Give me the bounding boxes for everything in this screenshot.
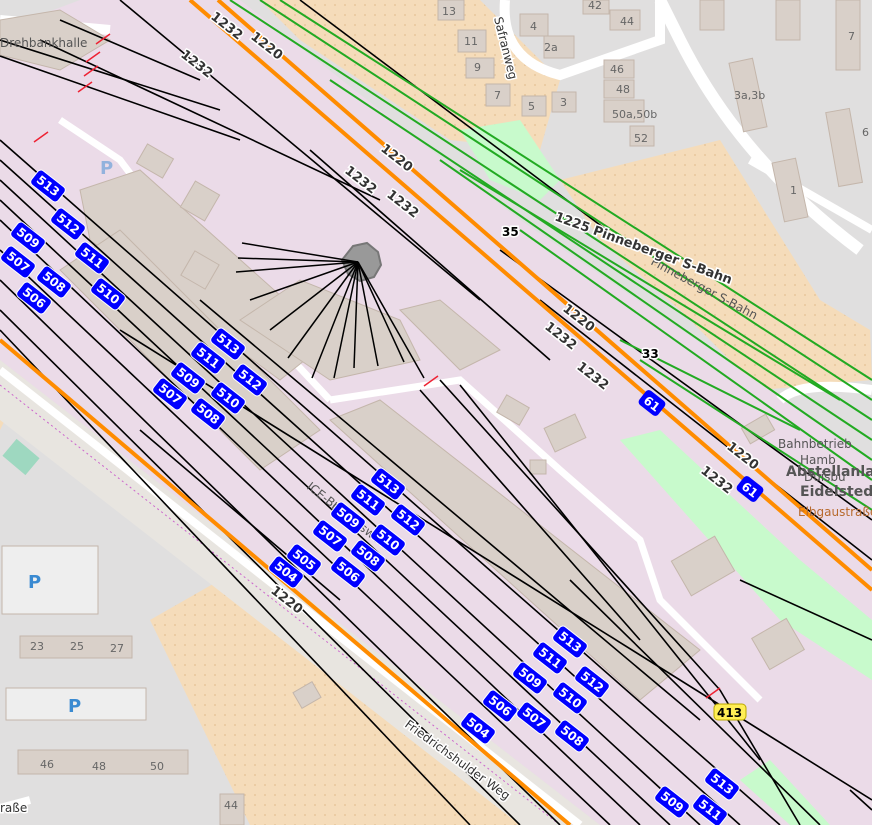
parking-icon: P [100,158,113,179]
area-label-drehbankhalle: Drehbankhalle [0,36,87,50]
svg-text:7: 7 [848,30,855,43]
svg-text:44: 44 [224,799,238,812]
svg-text:50: 50 [150,760,164,773]
svg-text:48: 48 [616,83,630,96]
map-svg: Drehbankhalle ICE-Betriebswerk Ham Bahnb… [0,0,872,825]
svg-text:3a,3b: 3a,3b [734,89,765,102]
svg-text:6: 6 [862,126,869,139]
svg-text:25: 25 [70,640,84,653]
svg-text:50a,50b: 50a,50b [612,108,657,121]
area-label-eidelstedt: Eidelsted [800,484,872,500]
svg-text:48: 48 [92,760,106,773]
svg-text:5: 5 [528,100,535,113]
svg-text:11: 11 [464,35,478,48]
area-label-bahnbetrieb: Bahnbetrieb [778,437,852,451]
svg-text:42: 42 [588,0,602,12]
street-label-fragment: raße [0,801,27,815]
parking-icon: P [28,572,41,593]
svg-text:46: 46 [610,63,624,76]
km-marker: 33 [642,347,659,361]
svg-text:2a: 2a [544,41,558,54]
route-ref-413: 413 [713,703,747,721]
parking-icon: P [68,696,81,717]
km-marker: 35 [502,225,519,239]
svg-text:44: 44 [620,15,634,28]
area-label-elbgaustrasse: Elbgaustraße [798,505,872,519]
svg-text:3: 3 [560,96,567,109]
svg-text:27: 27 [110,642,124,655]
svg-text:4: 4 [530,20,537,33]
svg-text:13: 13 [442,5,456,18]
area-label-bahnbetrieb-3: Duisbu [804,470,846,484]
svg-text:52: 52 [634,132,648,145]
map-canvas[interactable]: Drehbankhalle ICE-Betriebswerk Ham Bahnb… [0,0,872,825]
svg-text:9: 9 [474,61,481,74]
svg-text:413: 413 [717,706,742,720]
svg-text:46: 46 [40,758,54,771]
svg-text:23: 23 [30,640,44,653]
svg-text:7: 7 [494,89,501,102]
svg-text:1: 1 [790,184,797,197]
